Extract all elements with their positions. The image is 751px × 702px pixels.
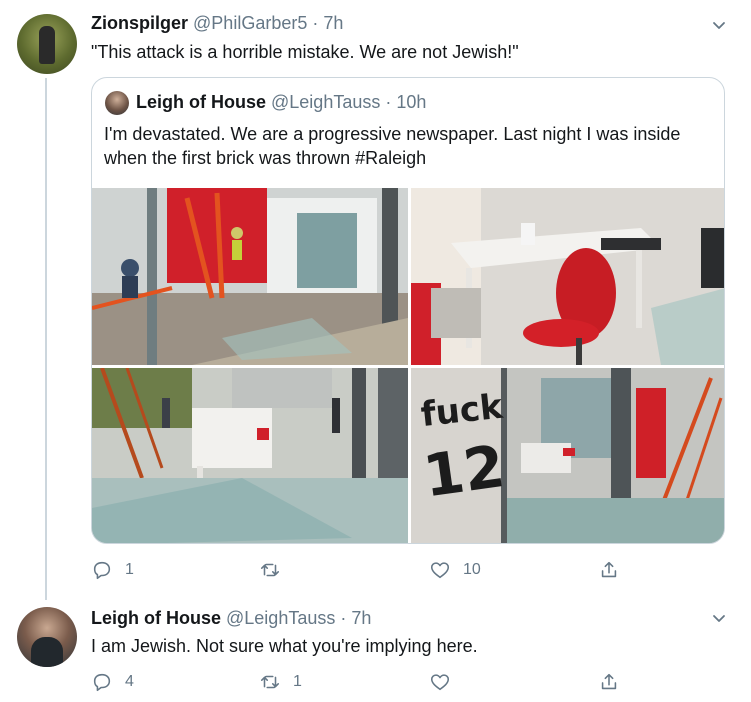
chevron-down-icon[interactable]	[711, 17, 727, 33]
reply-icon	[93, 673, 111, 692]
tweet[interactable]: Zionspilger @PhilGarber5 · 7h "This atta…	[0, 0, 751, 600]
chevron-down-icon[interactable]	[711, 610, 727, 626]
quoted-text-line: when the first brick was thrown #Raleigh	[104, 148, 427, 168]
reply-count: 1	[125, 561, 134, 578]
separator-dot: ·	[340, 608, 347, 628]
author-name[interactable]: Zionspilger	[91, 13, 188, 33]
author-handle[interactable]: @LeighTauss	[226, 608, 335, 628]
like-count: 10	[463, 561, 481, 578]
tweet-header: Leigh of House @LeighTauss · 7h	[91, 608, 371, 629]
tweet-text: "This attack is a horrible mistake. We a…	[91, 42, 519, 62]
reply-button[interactable]: 4	[91, 670, 134, 694]
reply-icon	[93, 561, 111, 580]
tweet-actions: 4 1	[91, 670, 651, 694]
quoted-tweet[interactable]: Leigh of House @LeighTauss · 10h I'm dev…	[91, 77, 725, 544]
share-button[interactable]	[598, 670, 620, 694]
tweet-header: Zionspilger @PhilGarber5 · 7h	[91, 13, 343, 34]
quoted-text-line: I'm devastated. We are a progressive new…	[104, 124, 681, 144]
like-icon	[430, 562, 450, 579]
like-icon	[430, 674, 450, 691]
retweet-icon	[260, 563, 280, 577]
tweet-text: I am Jewish. Not sure what you're implyi…	[91, 636, 478, 656]
share-icon	[601, 561, 617, 578]
media-photo-office[interactable]	[411, 188, 724, 365]
separator-dot: ·	[312, 13, 319, 33]
author-name[interactable]: Leigh of House	[91, 608, 221, 628]
timestamp[interactable]: 7h	[351, 608, 371, 628]
author-handle: @LeighTauss	[271, 92, 381, 112]
author-name: Leigh of House	[136, 92, 266, 112]
author-handle[interactable]: @PhilGarber5	[193, 13, 307, 33]
retweet-button[interactable]: 1	[259, 670, 302, 694]
media-grid: fuck 12	[92, 188, 724, 543]
share-button[interactable]	[598, 558, 620, 582]
quoted-tweet-header: Leigh of House @LeighTauss · 10h	[136, 92, 426, 113]
share-icon	[601, 673, 617, 690]
like-button[interactable]	[429, 670, 463, 694]
graffiti-text: 12	[419, 432, 508, 511]
avatar[interactable]	[17, 607, 77, 667]
like-button[interactable]: 10	[429, 558, 481, 582]
tweet-actions: 1 10	[91, 558, 651, 582]
media-photo-street[interactable]	[92, 368, 408, 543]
retweet-icon	[260, 675, 280, 689]
reply-button[interactable]: 1	[91, 558, 134, 582]
media-photo-storefront[interactable]	[92, 188, 408, 365]
avatar[interactable]	[17, 14, 77, 74]
media-photo-graffiti[interactable]: fuck 12	[411, 368, 724, 543]
retweet-button[interactable]	[259, 558, 293, 582]
timestamp: 10h	[396, 92, 427, 112]
retweet-count: 1	[293, 673, 302, 690]
avatar	[105, 91, 129, 115]
timestamp[interactable]: 7h	[323, 13, 343, 33]
reply-count: 4	[125, 673, 134, 690]
quoted-tweet-text: I'm devastated. We are a progressive new…	[104, 122, 714, 170]
separator-dot: ·	[385, 92, 392, 112]
